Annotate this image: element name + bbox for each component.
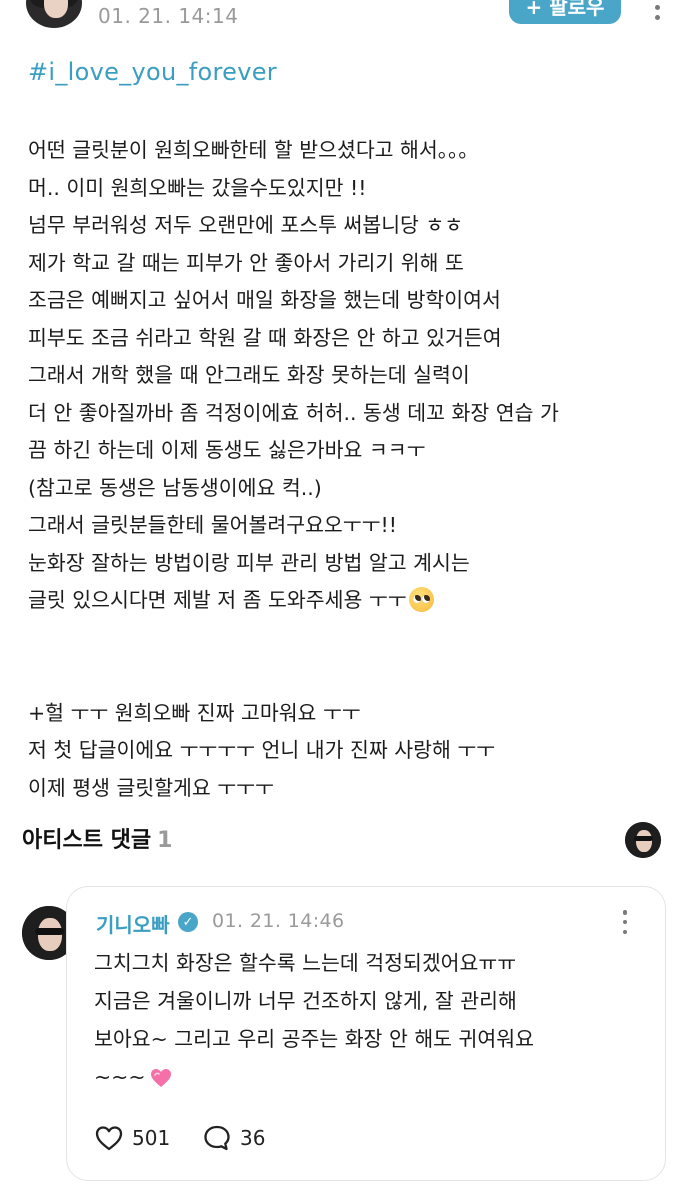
pleading-face-emoji-icon	[408, 587, 434, 612]
dot	[654, 4, 660, 10]
post-body: 어떤 글릿분이 원희오빠한테 할 받으셨다고 해서。。。 머.. 이미 원희오빠…	[28, 132, 678, 807]
comment-more-options-icon[interactable]	[621, 910, 629, 934]
artist-comments-header: 아티스트 댓글 1	[22, 822, 172, 854]
post-line: 이제 평생 글릿할게요 ㅜㅜㅜ	[28, 775, 274, 800]
follow-label: + 팔로우	[525, 0, 605, 19]
post-line: 눈화장 잘하는 방법이랑 피부 관리 방법 알고 계시는	[28, 550, 470, 575]
post-line: 그래서 개학 했을 때 안그래도 화장 못하는데 실력이	[28, 363, 470, 387]
post-line: 어떤 글릿분이 원희오빠한테 할 받으셨다고 해서。。。	[28, 138, 479, 162]
like-button[interactable]: 501	[94, 1124, 170, 1152]
artist-comments-count: 1	[157, 828, 173, 853]
avatar-face	[635, 829, 652, 853]
post-page: 01. 21. 14:14 + 팔로우 #i_love_you_forever …	[0, 0, 689, 1199]
comment-actions: 501 36	[94, 1124, 394, 1156]
reply-count: 36	[240, 1126, 266, 1150]
comment-line: ~~~	[94, 1058, 654, 1096]
sunglasses	[34, 927, 65, 936]
post-line: 더 안 좋아질까바 좀 걱정이에효 허허.. 동생 데꼬 화장 연습 가	[28, 400, 559, 425]
follow-button[interactable]: + 팔로우	[509, 0, 621, 24]
comment-line: 지금은 겨울이니까 너무 건조하지 않게, 잘 관리해	[94, 989, 517, 1013]
verified-badge-icon: ✓	[178, 912, 198, 932]
post-line: 글릿 있으시다면 제발 저 좀 도와주세용 ㅜㅜ	[28, 582, 678, 620]
post-line: 저 첫 답글이에요 ㅜㅜㅜㅜ 언니 내가 진짜 사랑해 ㅜㅜ	[28, 738, 496, 762]
post-line: 조금은 예뻐지고 싶어서 매일 화장을 했는데 방학이여서	[28, 288, 501, 312]
dot	[654, 15, 660, 20]
reply-button[interactable]: 36	[202, 1124, 265, 1152]
pink-heart-emoji-icon	[150, 1069, 171, 1087]
post-line: 넘무 부러워성 저두 오랜만에 포스투 써봅니당 ㅎㅎ	[28, 213, 464, 237]
comment-line: 보아요~ 그리고 우리 공주는 화장 안 해도 귀여워요	[94, 1027, 534, 1051]
post-line-text: 글릿 있으시다면 제발 저 좀 도와주세용 ㅜㅜ	[28, 588, 407, 612]
post-line: (참고로 동생은 남동생이에요 컥..)	[28, 475, 322, 500]
post-line: 피부도 조금 쉬라고 학원 갈 때 화장은 안 하고 있거든여	[28, 325, 502, 350]
dot	[622, 929, 628, 934]
speech-bubble-icon	[204, 1125, 230, 1151]
comment-timestamp: 01. 21. 14:46	[212, 910, 345, 932]
post-timestamp: 01. 21. 14:14	[98, 4, 239, 28]
post-line: 끔 하긴 하는데 이제 동생도 싫은가바요 ㅋㅋㅜ	[28, 438, 426, 462]
comment-author-name[interactable]: 기니오빠	[96, 909, 170, 938]
artist-comments-title: 아티스트 댓글	[22, 828, 152, 853]
post-header: 01. 21. 14:14 + 팔로우	[0, 0, 689, 40]
heart-outline-icon	[95, 1126, 123, 1151]
more-options-icon[interactable]	[650, 0, 664, 20]
post-line: +헐 ㅜㅜ 원희오빠 진짜 고마워요 ㅜㅜ	[28, 700, 361, 725]
like-count: 501	[132, 1126, 171, 1150]
author-avatar[interactable]	[26, 0, 82, 28]
artist-avatar-small[interactable]	[625, 822, 661, 858]
comment-body: 그치그치 화장은 할수록 느는데 걱정되겠어요ㅠㅠ 지금은 겨울이니까 너무 건…	[94, 944, 654, 1096]
comment-line: 그치그치 화장은 할수록 느는데 걱정되겠어요ㅠㅠ	[94, 951, 517, 975]
sunglasses	[633, 836, 654, 842]
post-line: 그래서 글릿분들한테 물어볼려구요오ㅜㅜ!!	[28, 513, 397, 537]
dot	[622, 919, 628, 925]
post-line: 제가 학교 갈 때는 피부가 안 좋아서 가리기 위해 또	[28, 250, 464, 275]
comment-line-text: ~~~	[94, 1065, 146, 1089]
post-line: 머.. 이미 원희오빠는 갔을수도있지만 !!	[28, 175, 367, 200]
post-hashtag[interactable]: #i_love_you_forever	[28, 58, 277, 86]
avatar-face	[44, 0, 68, 18]
dot	[622, 910, 628, 915]
